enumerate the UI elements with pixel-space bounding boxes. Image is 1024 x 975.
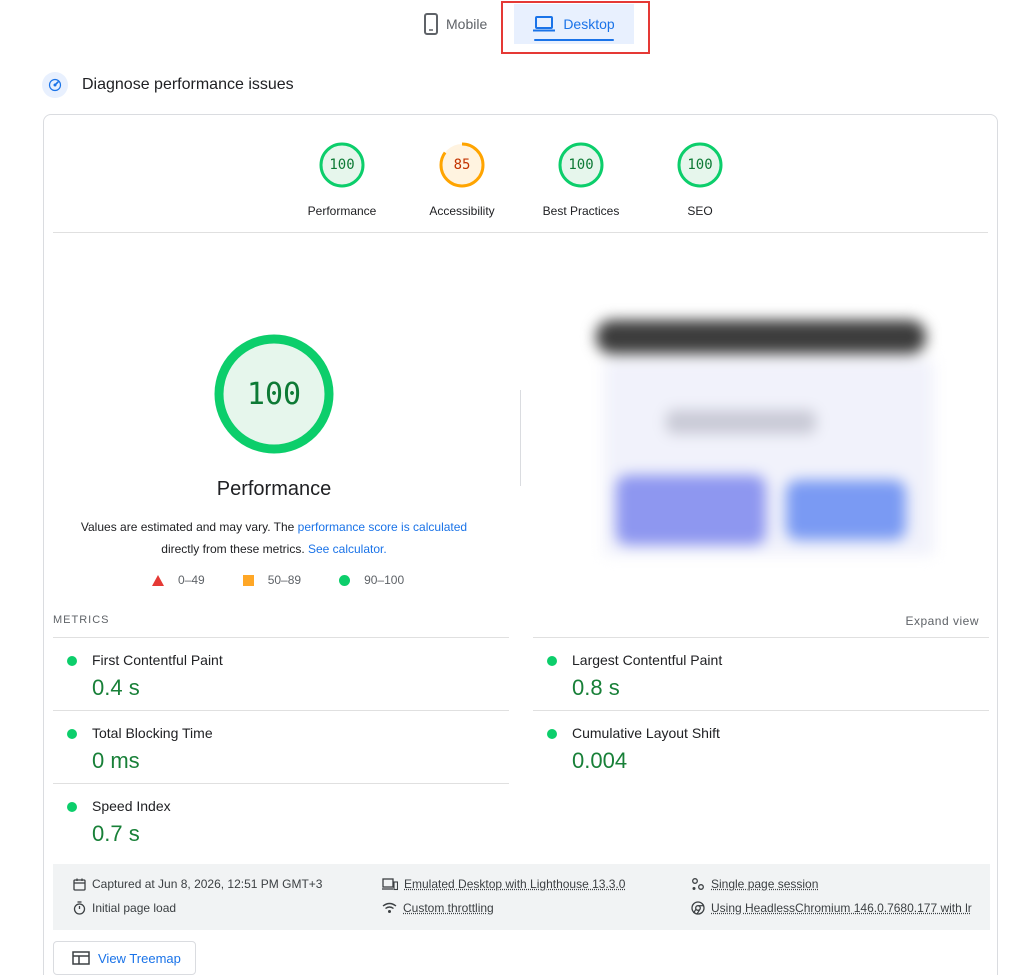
throttling-text: Custom throttling [403,901,494,915]
browser-text: Using HeadlessChromium 146.0.7680.177 wi… [711,901,972,915]
gauge-ring: 100 [676,141,724,189]
gauge-score: 100 [687,157,713,173]
metric-lcp: Largest Contentful Paint 0.8 s [533,637,989,710]
tab-desktop[interactable]: Desktop [514,4,634,44]
category-gauge-seo[interactable]: 100 SEO [650,141,750,218]
initial-page-load: Initial page load [73,901,176,915]
category-gauge-accessibility[interactable]: 85 Accessibility [412,141,512,218]
browser-version[interactable]: Using HeadlessChromium 146.0.7680.177 wi… [691,901,972,915]
smartphone-icon [424,13,438,35]
category-gauges: 100 Performance 85 Accessibility 100 Best Pra… [44,141,997,231]
score-calculated-link[interactable]: performance score is calculated [298,520,467,534]
pass-dot-icon [547,656,557,666]
laptop-icon [533,16,556,32]
metric-name: Largest Contentful Paint [572,652,723,668]
metric-value: 0.7 s [92,821,140,846]
active-tab-indicator [534,39,614,41]
tab-mobile-label: Mobile [446,16,488,32]
lighthouse-report: 100 Performance 85 Accessibility 100 Best Pra… [43,114,998,975]
gauge-score: 100 [329,157,355,173]
desc-text-2: directly from these metrics. [161,542,308,556]
pass-dot-icon [547,729,557,739]
gauge-label: Best Practices [542,204,620,218]
final-screenshot[interactable] [576,300,956,570]
metric-value: 0.8 s [572,675,620,700]
gauge-score: 85 [453,157,471,173]
gauge-label: Performance [307,204,377,218]
vertical-divider [520,390,521,486]
score-legend: 0–49 50–89 90–100 [152,573,442,587]
gauge-label: SEO [687,204,713,218]
gauge-score: 100 [568,157,594,173]
emulated-device[interactable]: Emulated Desktop with Lighthouse 13.3.0 [382,877,625,891]
tab-mobile[interactable]: Mobile [424,4,487,44]
fail-triangle-icon [152,574,164,586]
metric-name: Total Blocking Time [92,725,213,741]
legend-average: 50–89 [242,573,302,587]
metric-value: 0 ms [92,748,140,773]
average-square-icon [242,574,254,586]
legend-fail-label: 0–49 [178,573,205,587]
screenshot-card-block [786,480,906,540]
metric-name: Cumulative Layout Shift [572,725,720,741]
throttling[interactable]: Custom throttling [382,901,494,915]
category-gauge-best-practices[interactable]: 100 Best Practices [531,141,631,218]
legend-pass-label: 90–100 [364,573,405,587]
pass-dot-icon [67,729,77,739]
screenshot-header-block [596,320,926,354]
load-text: Initial page load [92,901,177,915]
timer-icon [73,901,86,915]
wifi-icon [382,902,397,913]
metric-name: First Contentful Paint [92,652,223,668]
performance-title: Performance [216,478,332,500]
view-treemap-label: View Treemap [98,950,181,966]
speed-gauge-icon [42,72,68,98]
pass-circle-icon [339,574,351,586]
pass-dot-icon [67,656,77,666]
expand-view-toggle[interactable]: Expand view [905,614,979,628]
section-title: Diagnose performance issues [82,76,294,93]
gauge-label: Accessibility [429,204,495,218]
legend-average-label: 50–89 [267,573,302,587]
gauge-ring: 85 [438,141,486,189]
metric-fcp: First Contentful Paint 0.4 s [53,637,509,710]
metric-name: Speed Index [92,798,171,814]
nodes-icon [692,877,704,890]
performance-description: Values are estimated and may vary. The p… [64,516,484,560]
metric-value: 0.4 s [92,675,140,700]
metric-tbt: Total Blocking Time 0 ms [53,710,509,783]
treemap-icon [72,951,90,965]
runtime-settings: Captured at Jun 8, 2026, 12:51 PM GMT+3 … [53,864,990,930]
session-text: Single page session [711,877,819,891]
chrome-icon [691,901,705,915]
metric-si: Speed Index 0.7 s [53,783,509,856]
calendar-icon [73,878,86,891]
divider [53,232,988,233]
devices-icon [382,877,398,890]
pass-dot-icon [67,802,77,812]
screenshot-text-block [666,410,816,434]
emulated-text: Emulated Desktop with Lighthouse 13.3.0 [404,877,626,891]
performance-score-large: 100 [246,376,302,412]
metric-value: 0.004 [572,748,628,773]
desc-text-1: Values are estimated and may vary. The [80,520,298,534]
category-gauge-performance[interactable]: 100 Performance [292,141,392,218]
gauge-ring: 100 [318,141,366,189]
performance-gauge-large: 100 [214,334,334,454]
device-tabs: Mobile Desktop [0,0,1024,54]
legend-fail: 0–49 [152,573,205,587]
captured-at: Captured at Jun 8, 2026, 12:51 PM GMT+3 [73,877,322,891]
legend-pass: 90–100 [339,573,404,587]
see-calculator-link[interactable]: See calculator. [308,542,387,556]
metric-cls: Cumulative Layout Shift 0.004 [533,710,989,783]
screenshot-card-block [616,475,766,545]
gauge-ring: 100 [557,141,605,189]
view-treemap-button[interactable]: View Treemap [53,941,196,975]
section-header: Diagnose performance issues [42,72,294,98]
metrics-heading: METRICS [53,614,110,626]
captured-text: Captured at Jun 8, 2026, 12:51 PM GMT+3 [92,877,323,891]
tab-desktop-label: Desktop [563,16,615,32]
session[interactable]: Single page session [691,877,818,891]
